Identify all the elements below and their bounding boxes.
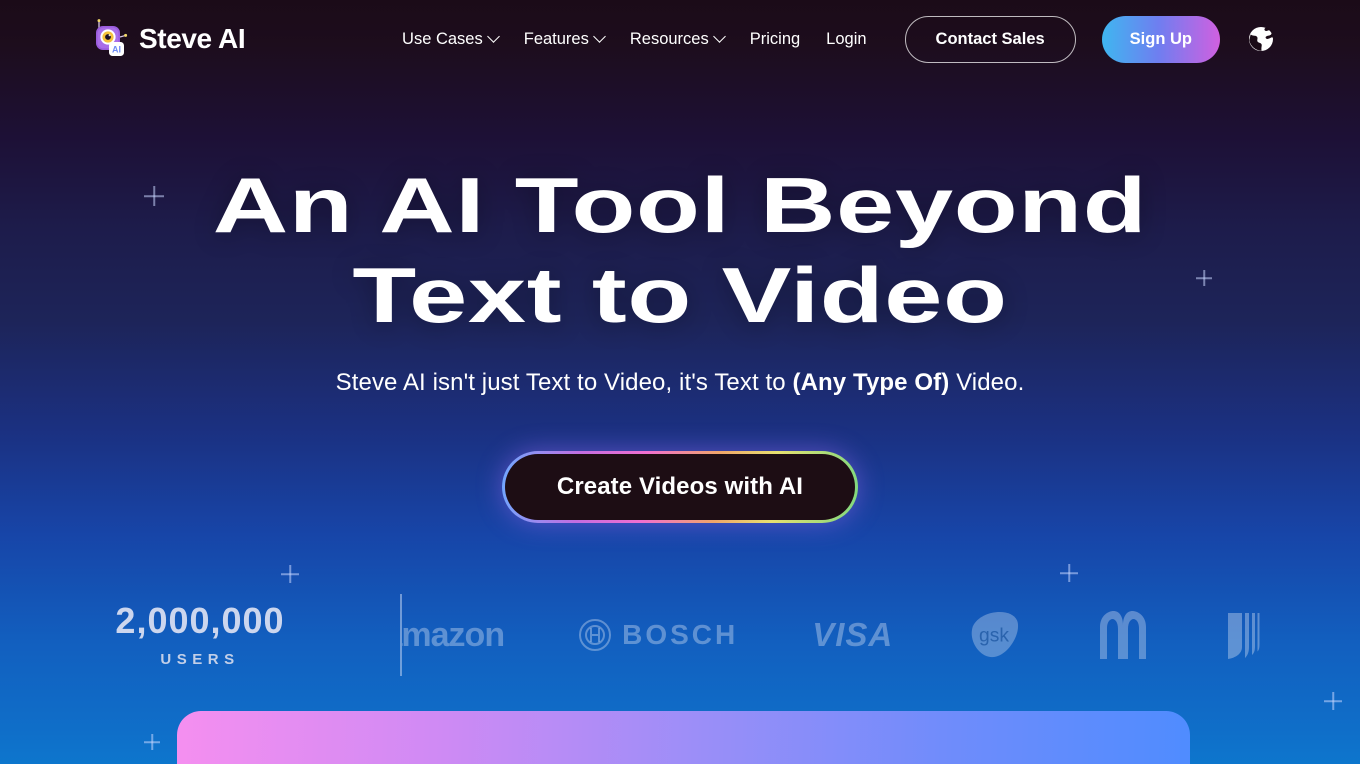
chevron-down-icon bbox=[712, 29, 726, 43]
logo-bosch-text: BOSCH bbox=[622, 619, 739, 650]
logo-unitedhealth bbox=[1225, 609, 1261, 661]
user-count-number: 2,000,000 bbox=[115, 599, 285, 641]
nav-item-resources[interactable]: Resources bbox=[629, 29, 726, 49]
gsk-mark-icon: gsk bbox=[971, 612, 1019, 658]
page-title: An AI Tool Beyond Text to Video bbox=[0, 161, 1360, 339]
sparkle-decoration bbox=[1060, 564, 1078, 582]
headline-line-1: An AI Tool Beyond bbox=[212, 161, 1148, 249]
social-proof-section: 2,000,000 USERS amazon BOSCH VI bbox=[0, 592, 1360, 678]
client-logos-marquee: amazon BOSCH VISA gsk bbox=[402, 592, 1360, 678]
logo-mcdonalds bbox=[1095, 609, 1151, 661]
globe-icon[interactable] bbox=[1246, 24, 1276, 54]
nav-item-login[interactable]: Login bbox=[826, 30, 866, 49]
nav-item-features[interactable]: Features bbox=[523, 29, 606, 49]
user-count-stat: 2,000,000 USERS bbox=[0, 599, 400, 669]
logo-amazon: amazon bbox=[401, 615, 506, 655]
video-preview-card[interactable] bbox=[177, 711, 1190, 764]
create-videos-button-label: Create Videos with AI bbox=[504, 454, 856, 521]
hero-subtitle: Steve AI isn't just Text to Video, it's … bbox=[0, 369, 1360, 397]
site-header: AI Steve AI Use Cases Features Resources… bbox=[0, 0, 1360, 78]
nav-item-label: Login bbox=[826, 29, 867, 48]
landing-page: AI Steve AI Use Cases Features Resources… bbox=[0, 0, 1360, 764]
nav-item-label: Pricing bbox=[749, 29, 801, 48]
nav-item-use-cases[interactable]: Use Cases bbox=[402, 29, 500, 49]
unitedhealth-shield-icon bbox=[1228, 613, 1260, 659]
create-videos-button[interactable]: Create Videos with AI bbox=[501, 451, 859, 524]
logo-visa-text: VISA bbox=[812, 616, 894, 653]
bosch-mark-icon bbox=[579, 619, 612, 651]
chevron-down-icon bbox=[486, 29, 500, 43]
brand-logo[interactable]: AI Steve AI bbox=[90, 18, 246, 60]
main-navigation: Use Cases Features Resources Pricing Log… bbox=[402, 30, 867, 49]
steve-ai-eye-logo-icon: AI bbox=[90, 18, 130, 60]
gsk-text: gsk bbox=[979, 626, 1009, 647]
hero-section: An AI Tool Beyond Text to Video Steve AI… bbox=[0, 0, 1360, 524]
subtitle-emphasis: (Any Type Of) bbox=[792, 369, 950, 397]
subtitle-text-after: Video. bbox=[949, 369, 1025, 397]
nav-item-pricing[interactable]: Pricing bbox=[750, 30, 800, 49]
logo-visa: VISA bbox=[812, 616, 893, 654]
nav-item-label: Features bbox=[523, 29, 589, 48]
chevron-down-icon bbox=[592, 29, 606, 43]
headline-line-2: Text to Video bbox=[352, 250, 1008, 339]
svg-text:AI: AI bbox=[112, 44, 121, 54]
mcdonalds-arches-icon bbox=[1100, 611, 1147, 659]
sign-up-button[interactable]: Sign Up bbox=[1101, 15, 1220, 63]
user-count-label: USERS bbox=[160, 651, 240, 669]
brand-name: Steve AI bbox=[139, 23, 246, 54]
nav-item-label: Use Cases bbox=[402, 29, 483, 48]
logo-gsk: gsk bbox=[967, 609, 1021, 661]
subtitle-text-before: Steve AI isn't just Text to Video, it's … bbox=[335, 369, 793, 397]
cta-container: Create Videos with AI bbox=[0, 451, 1360, 524]
nav-item-label: Resources bbox=[629, 29, 709, 48]
sparkle-decoration bbox=[281, 565, 299, 583]
header-actions: Contact Sales Sign Up bbox=[904, 15, 1276, 63]
contact-sales-button[interactable]: Contact Sales bbox=[904, 15, 1076, 63]
sparkle-decoration bbox=[144, 734, 160, 750]
logo-bosch: BOSCH bbox=[578, 618, 738, 652]
sparkle-decoration bbox=[1324, 692, 1342, 710]
logo-amazon-text: amazon bbox=[401, 615, 506, 654]
